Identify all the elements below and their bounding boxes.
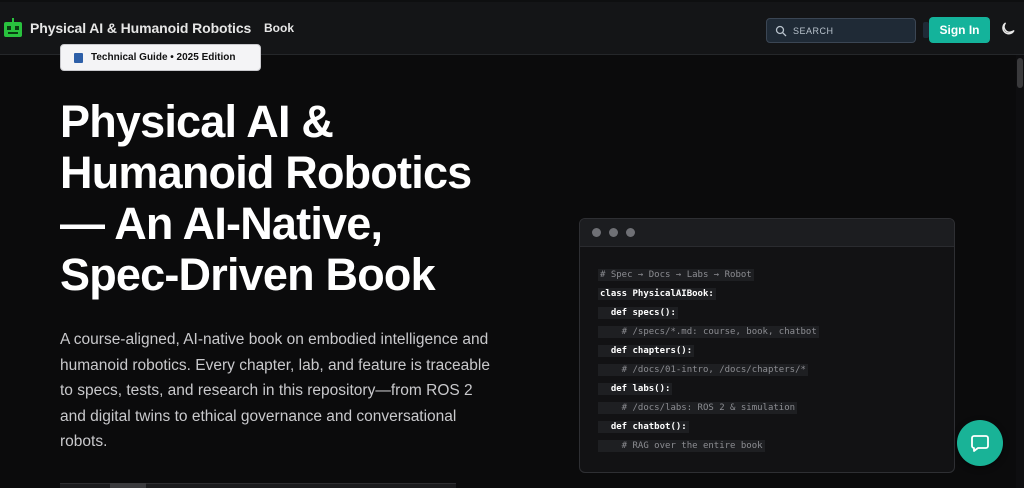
search-icon	[775, 25, 787, 36]
chat-button[interactable]	[957, 420, 1003, 466]
scrollbar-track[interactable]	[1016, 55, 1024, 488]
title-line: — An AI-Native,	[60, 198, 383, 249]
brand-title[interactable]: Physical AI & Humanoid Robotics	[30, 20, 251, 36]
edition-badge: Technical Guide • 2025 Edition	[60, 44, 261, 71]
scrollbar-thumb[interactable]	[1017, 58, 1023, 88]
title-line: Humanoid Robotics	[60, 147, 472, 198]
badge-text: Technical Guide • 2025 Edition	[91, 52, 236, 63]
code-line: def specs():	[598, 307, 678, 319]
code-line: # /docs/labs: ROS 2 & simulation	[598, 402, 798, 414]
window-dot-icon	[592, 228, 601, 237]
sign-in-button[interactable]: Sign In	[929, 17, 990, 43]
moon-icon[interactable]	[1000, 21, 1016, 37]
hero-description: A course-aligned, AI-native book on embo…	[60, 331, 490, 450]
window-dot-icon	[626, 228, 635, 237]
code-window-titlebar	[580, 219, 954, 247]
window-dot-icon	[609, 228, 618, 237]
chat-bubble-icon	[971, 435, 989, 452]
search-input[interactable]: SEARCH	[766, 18, 916, 43]
code-line: # /docs/01-intro, /docs/chapters/*	[598, 364, 808, 376]
title-line: Physical AI &	[60, 96, 334, 147]
code-line: class PhysicalAIBook:	[598, 288, 716, 300]
code-line: # Spec → Docs → Labs → Robot	[598, 269, 754, 281]
cta-buttons-edge-segment	[110, 483, 146, 488]
robot-logo-icon[interactable]	[3, 18, 23, 38]
code-line: # RAG over the entire book	[598, 440, 765, 452]
title-line: Spec-Driven Book	[60, 249, 436, 300]
search-placeholder: SEARCH	[793, 25, 834, 36]
code-block: # Spec → Docs → Labs → Robot class Physi…	[580, 247, 954, 456]
code-line: def labs():	[598, 383, 673, 395]
code-line: # /specs/*.md: course, book, chatbot	[598, 326, 819, 338]
code-line: def chapters():	[598, 345, 695, 357]
nav-link-book[interactable]: Book	[264, 21, 294, 35]
book-icon	[74, 52, 83, 63]
code-line: def chatbot():	[598, 421, 689, 433]
code-window: # Spec → Docs → Labs → Robot class Physi…	[579, 218, 955, 473]
page-title: Physical AI & Humanoid Robotics — An AI-…	[60, 96, 530, 300]
